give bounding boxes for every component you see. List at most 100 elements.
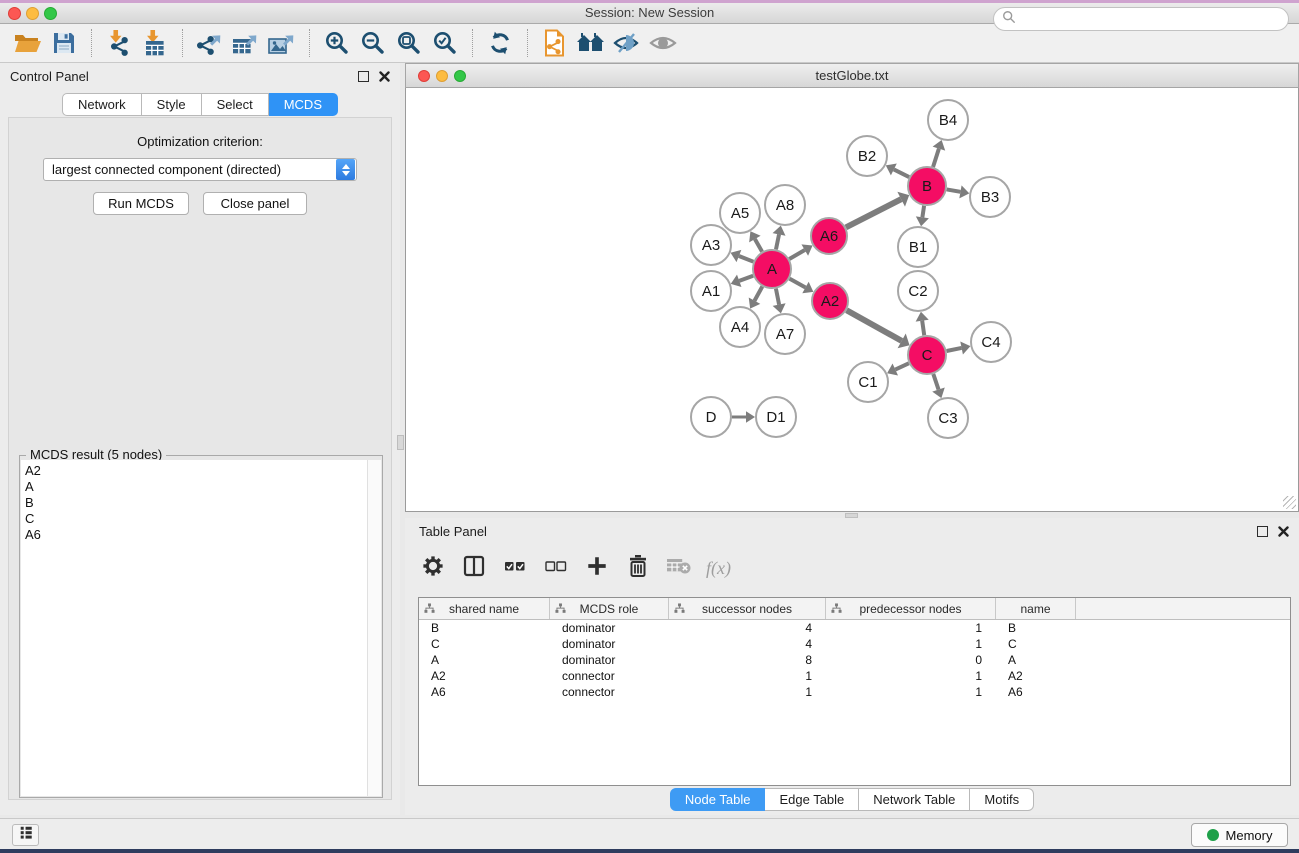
result-list-item[interactable]: B <box>25 495 367 511</box>
graph-edge-B-B1[interactable] <box>916 206 929 226</box>
zoom-fit-button[interactable] <box>391 26 427 60</box>
search-input[interactable] <box>1020 11 1288 28</box>
table-row[interactable]: A6connector11A6 <box>419 684 1290 700</box>
graph-node-B3[interactable]: B3 <box>970 177 1010 217</box>
close-window-button[interactable] <box>8 7 21 20</box>
network-minimize-button[interactable] <box>436 70 448 82</box>
graph-edge-A-A6[interactable] <box>789 244 812 259</box>
graph-node-C1[interactable]: C1 <box>848 362 888 402</box>
float-table-panel-icon[interactable] <box>1257 526 1268 537</box>
graph-edge-C-C2[interactable] <box>916 312 929 335</box>
show-graphics-details-button[interactable] <box>645 26 681 60</box>
toggle-details-button[interactable] <box>609 26 645 60</box>
column-header-name[interactable]: name <box>996 598 1076 619</box>
import-table-button[interactable] <box>137 26 173 60</box>
maximize-window-button[interactable] <box>44 7 57 20</box>
result-list-scrollbar[interactable] <box>367 460 381 796</box>
graph-edge-D-D1[interactable] <box>732 411 755 422</box>
graph-node-B[interactable]: B <box>908 167 946 205</box>
table-row[interactable]: Cdominator41C <box>419 636 1290 652</box>
export-image-button[interactable] <box>264 26 300 60</box>
graph-node-A1[interactable]: A1 <box>691 271 731 311</box>
graph-node-A4[interactable]: A4 <box>720 307 760 347</box>
graph-node-A5[interactable]: A5 <box>720 193 760 233</box>
deselect-all-checks-button[interactable] <box>542 554 570 582</box>
home-button[interactable] <box>573 26 609 60</box>
graph-node-C4[interactable]: C4 <box>971 322 1011 362</box>
tab-network[interactable]: Network <box>62 93 142 116</box>
column-header-shared-name[interactable]: shared name <box>419 598 550 619</box>
tab-network-table[interactable]: Network Table <box>859 788 970 811</box>
result-list-item[interactable]: A6 <box>25 527 367 543</box>
tab-node-table[interactable]: Node Table <box>670 788 766 811</box>
float-panel-icon[interactable] <box>358 71 369 82</box>
import-network-button[interactable] <box>101 26 137 60</box>
graph-node-D[interactable]: D <box>691 397 731 437</box>
graph-edge-A-A8[interactable] <box>773 226 786 250</box>
tab-style[interactable]: Style <box>142 93 202 116</box>
table-settings-button[interactable] <box>419 554 447 582</box>
column-header-MCDS-role[interactable]: MCDS role <box>550 598 669 619</box>
graph-node-C3[interactable]: C3 <box>928 398 968 438</box>
table-row[interactable]: Adominator80A <box>419 652 1290 668</box>
graph-edge-C-C4[interactable] <box>947 342 971 355</box>
export-network-button[interactable] <box>192 26 228 60</box>
zoom-in-button[interactable] <box>319 26 355 60</box>
function-builder-button[interactable]: f(x) <box>706 558 731 579</box>
graph-node-A8[interactable]: A8 <box>765 185 805 225</box>
tab-motifs[interactable]: Motifs <box>970 788 1034 811</box>
close-panel-button[interactable]: Close panel <box>203 192 307 215</box>
graph-edge-A-A4[interactable] <box>749 287 763 309</box>
close-panel-icon[interactable] <box>379 71 390 82</box>
show-columns-button[interactable] <box>460 554 488 582</box>
criterion-dropdown[interactable]: largest connected component (directed) <box>43 158 357 181</box>
result-list-item[interactable]: C <box>25 511 367 527</box>
memory-button[interactable]: Memory <box>1191 823 1288 847</box>
graph-edge-A-A1[interactable] <box>731 275 753 287</box>
network-window-title-bar[interactable]: testGlobe.txt <box>405 63 1299 88</box>
tab-select[interactable]: Select <box>202 93 269 116</box>
graph-node-C[interactable]: C <box>908 336 946 374</box>
graph-node-B2[interactable]: B2 <box>847 136 887 176</box>
close-table-panel-icon[interactable] <box>1278 526 1289 537</box>
vertical-splitter-grip[interactable] <box>397 435 404 450</box>
network-close-button[interactable] <box>418 70 430 82</box>
network-canvas[interactable]: AA6A2BCA5A8A3A1A4A7B2B4B3B1C2C4C1C3DD1 <box>405 88 1299 512</box>
graph-node-B1[interactable]: B1 <box>898 227 938 267</box>
graph-node-A2[interactable]: A2 <box>812 283 848 319</box>
graph-edge-A-A2[interactable] <box>790 279 814 294</box>
export-table-button[interactable] <box>228 26 264 60</box>
minimize-window-button[interactable] <box>26 7 39 20</box>
network-document-button[interactable] <box>537 26 573 60</box>
zoom-out-button[interactable] <box>355 26 391 60</box>
run-mcds-button[interactable]: Run MCDS <box>93 192 189 215</box>
refresh-layout-button[interactable] <box>482 26 518 60</box>
graph-edge-A-A7[interactable] <box>773 289 786 314</box>
result-list-item[interactable]: A2 <box>25 463 367 479</box>
column-header-successor-nodes[interactable]: successor nodes <box>669 598 826 619</box>
graph-node-D1[interactable]: D1 <box>756 397 796 437</box>
graph-node-C2[interactable]: C2 <box>898 271 938 311</box>
delete-columns-button[interactable] <box>624 554 652 582</box>
delete-table-button[interactable] <box>665 554 693 582</box>
tab-edge-table[interactable]: Edge Table <box>765 788 859 811</box>
graph-edge-B-B4[interactable] <box>933 140 946 167</box>
mcds-result-list[interactable]: A2ABCA6 <box>21 460 367 796</box>
graph-edge-B-B2[interactable] <box>886 164 909 178</box>
table-row[interactable]: A2connector11A2 <box>419 668 1290 684</box>
create-column-button[interactable] <box>583 554 611 582</box>
zoom-selected-button[interactable] <box>427 26 463 60</box>
tab-mcds[interactable]: MCDS <box>269 93 338 116</box>
graph-edge-A2-C[interactable] <box>847 310 910 348</box>
graph-edge-B-B3[interactable] <box>947 185 970 198</box>
search-box[interactable] <box>993 7 1289 31</box>
graph-node-B4[interactable]: B4 <box>928 100 968 140</box>
graph-node-A7[interactable]: A7 <box>765 314 805 354</box>
graph-node-A[interactable]: A <box>753 250 791 288</box>
graph-edge-C-C3[interactable] <box>932 374 945 398</box>
window-resize-grip[interactable] <box>1283 496 1296 509</box>
save-session-button[interactable] <box>46 26 82 60</box>
network-maximize-button[interactable] <box>454 70 466 82</box>
graph-edge-A-A3[interactable] <box>731 250 754 262</box>
graph-edge-A6-B[interactable] <box>846 192 909 228</box>
